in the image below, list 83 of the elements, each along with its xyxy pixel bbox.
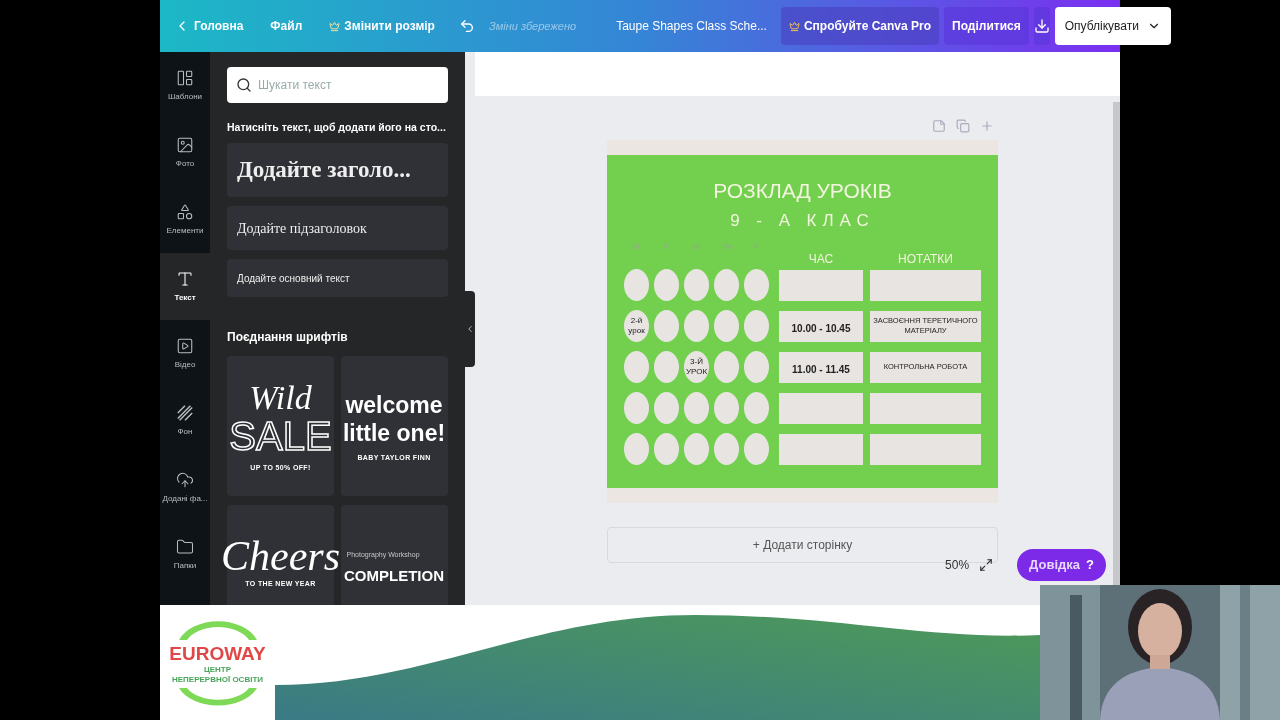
day-circle: 2-й урок xyxy=(624,310,649,342)
day-circle xyxy=(714,269,739,301)
sidebar-item[interactable]: Папки xyxy=(160,521,210,588)
combo-title-text: little one! xyxy=(342,418,446,447)
day-circle xyxy=(624,269,649,301)
day-circle xyxy=(654,392,679,424)
sidebar-item[interactable]: Шаблони xyxy=(160,52,210,119)
day-circle xyxy=(744,392,769,424)
combo-title-text: welcome xyxy=(345,390,443,419)
day-circle xyxy=(684,433,709,465)
day-circle xyxy=(624,433,649,465)
day-circle xyxy=(744,269,769,301)
sidebar-item[interactable]: Текст xyxy=(160,253,210,320)
undo-button[interactable] xyxy=(458,18,475,34)
sidebar-item[interactable]: Фон xyxy=(160,387,210,454)
combo-title-text: COMPLETION xyxy=(344,565,444,586)
day-circle xyxy=(654,310,679,342)
image-icon xyxy=(176,135,194,154)
day-circle xyxy=(744,433,769,465)
day-circle xyxy=(714,392,739,424)
combo-script-text: Cheers xyxy=(221,533,340,579)
text-style-button[interactable]: Додайте заголо... xyxy=(227,143,448,197)
panel-hint: Натисніть текст, щоб додати його на сто... xyxy=(227,120,446,134)
try-pro-button[interactable]: Спробуйте Canva Pro xyxy=(780,7,940,45)
download-icon xyxy=(1033,18,1050,34)
logo-tagline: ЦЕНТР xyxy=(203,664,232,674)
templates-icon xyxy=(176,68,194,87)
section-title: Поєднання шрифтів xyxy=(227,329,349,346)
day-circle xyxy=(654,351,679,383)
time-cell: 10.00 - 10.45 xyxy=(779,310,863,342)
day-circle xyxy=(654,269,679,301)
day-circle xyxy=(714,351,739,383)
save-status: Зміни збережено xyxy=(488,18,577,34)
search-icon xyxy=(236,77,252,93)
document-title: Taupe Shapes Class Sche... xyxy=(616,18,767,35)
day-circle xyxy=(624,392,649,424)
day-circle xyxy=(624,351,649,383)
shapes-icon xyxy=(176,202,194,221)
day-circle xyxy=(684,392,709,424)
fullscreen-icon[interactable] xyxy=(979,558,994,572)
time-cell: 11.00 - 11.45 xyxy=(779,351,863,383)
undo-icon xyxy=(458,18,475,34)
class-subtitle: 9 - А КЛАС xyxy=(729,210,876,232)
download-button[interactable] xyxy=(1033,7,1050,45)
play-icon xyxy=(176,336,194,355)
stripes-icon xyxy=(176,403,194,422)
crown-icon xyxy=(788,20,800,32)
publish-button[interactable]: Опублікувати xyxy=(1054,7,1171,45)
day-circle xyxy=(714,433,739,465)
logo-name: EUROWAY xyxy=(169,642,266,665)
sidebar-item[interactable]: Фото xyxy=(160,119,210,186)
column-header: НОТАТКИ xyxy=(897,251,954,268)
share-button[interactable]: Поділитися xyxy=(944,7,1029,45)
copy-icon[interactable] xyxy=(956,119,970,133)
text-icon xyxy=(176,269,194,288)
day-circle xyxy=(684,310,709,342)
search-field[interactable]: Шукати текст xyxy=(227,67,448,103)
text-style-button[interactable]: Додайте основний текст xyxy=(227,259,448,297)
day-circle xyxy=(744,310,769,342)
day-circle xyxy=(744,351,769,383)
logo-tagline: НЕПЕРЕРВНОЇ ОСВІТИ xyxy=(171,674,264,685)
day-circle xyxy=(714,310,739,342)
day-circle xyxy=(684,269,709,301)
cloud-upload-icon xyxy=(176,470,194,489)
column-header: ЧАС xyxy=(807,251,835,268)
help-button[interactable]: Довідка ? xyxy=(1017,549,1106,581)
crown-icon xyxy=(329,20,341,32)
folder-icon xyxy=(176,537,194,556)
combo-script-text: Wild xyxy=(249,380,312,415)
combo-title-text: SALE xyxy=(229,414,332,457)
sidebar-item[interactable]: Відео xyxy=(160,320,210,387)
day-label: M xyxy=(632,241,641,251)
day-label: W xyxy=(691,241,702,251)
note-icon[interactable] xyxy=(932,119,946,133)
scrollbar[interactable] xyxy=(1113,102,1120,587)
text-style-button[interactable]: Додайте підзаголовок xyxy=(227,206,448,250)
day-circle xyxy=(654,433,679,465)
collapse-handle[interactable] xyxy=(465,290,475,367)
sidebar-item[interactable]: Елементи xyxy=(160,186,210,253)
day-label: T xyxy=(663,241,670,251)
schedule-title: РОЗКЛАД УРОКІВ xyxy=(712,178,893,204)
day-circle: 3-Й УРОК xyxy=(684,351,709,383)
sidebar-item[interactable]: Додані фа... xyxy=(160,454,210,521)
